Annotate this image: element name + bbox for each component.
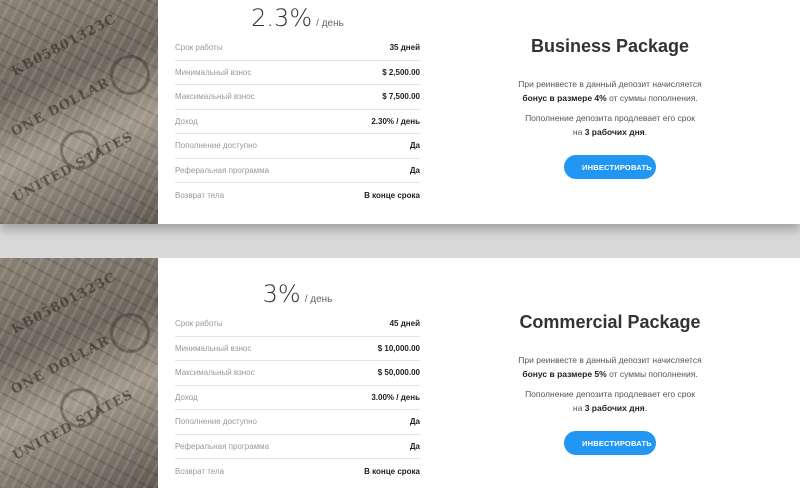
bill-serial-text: KB05801323C	[9, 11, 119, 80]
package-card-commercial: KB05801323C ONE DOLLAR UNITED STATES 3% /…	[0, 258, 800, 488]
money-photo: KB05801323C ONE DOLLAR UNITED STATES	[0, 258, 158, 488]
bill-seal-icon	[110, 55, 150, 95]
extension-text: Пополнение депозита продлевает его срок н…	[525, 389, 695, 413]
rate-value: 3%	[262, 280, 301, 308]
detail-row-term: Срок работы 35 дней	[175, 36, 420, 61]
bill-caption-text: ONE DOLLAR	[8, 333, 113, 398]
rate-unit: / день	[304, 294, 333, 305]
detail-row-principal-return: Возврат тела В конце срока	[175, 190, 420, 200]
detail-row-topup: Пополнение доступно Да	[175, 410, 420, 435]
package-title: Commercial Package	[519, 312, 701, 332]
rate-unit: / день	[316, 18, 344, 29]
package-description: Commercial Package При реинвесте в данны…	[460, 312, 760, 455]
detail-row-referral: Реферальная программа Да	[175, 435, 420, 459]
detail-row-income: Доход 3.00% / день	[175, 386, 420, 410]
detail-row-principal-return: Возврат тела В конце срока	[175, 466, 420, 476]
package-title: Business Package	[530, 36, 690, 56]
invest-button[interactable]: ИНВЕСТИРОВАТЬ	[564, 155, 656, 179]
rate-value: 2.3%	[251, 4, 313, 32]
package-details-table: Срок работы 45 дней Минимальный взнос $ 10…	[175, 312, 420, 484]
detail-row-income: Доход 2.30% / день	[175, 110, 420, 134]
detail-row-max-deposit: Максимальный взнос $ 7,500.00	[175, 85, 420, 110]
package-details-table: Срок работы 35 дней Минимальный взнос $ 2,…	[175, 36, 420, 208]
money-photo: KB05801323C ONE DOLLAR UNITED STATES	[0, 0, 158, 224]
rate-display: 2.3% / день	[175, 4, 420, 32]
detail-row-min-deposit: Минимальный взнос $ 10,000.00	[175, 337, 420, 361]
detail-row-term: Срок работы 45 дней	[175, 312, 420, 337]
bonus-text: При реинвесте в данный депозит начисляет…	[518, 79, 702, 103]
bill-seal-icon	[60, 130, 100, 170]
invest-button[interactable]: ИНВЕСТИРОВАТЬ	[564, 431, 656, 455]
detail-row-min-deposit: Минимальный взнос $ 2,500.00	[175, 61, 420, 85]
bill-seal-icon	[60, 388, 100, 428]
bill-seal-icon	[110, 313, 150, 353]
bill-caption-text: ONE DOLLAR	[8, 75, 113, 140]
detail-row-referral: Реферальная программа Да	[175, 159, 420, 183]
detail-row-topup: Пополнение доступно Да	[175, 134, 420, 159]
rate-display: 3% / день	[175, 280, 420, 308]
package-description: Business Package При реинвесте в данный …	[460, 36, 760, 179]
package-card-business: KB05801323C ONE DOLLAR UNITED STATES 2.3…	[0, 0, 800, 224]
extension-text: Пополнение депозита продлевает его срок н…	[525, 113, 695, 137]
bill-serial-text: KB05801323C	[9, 269, 119, 338]
detail-row-max-deposit: Максимальный взнос $ 50,000.00	[175, 361, 420, 386]
bonus-text: При реинвесте в данный депозит начисляет…	[518, 355, 702, 379]
